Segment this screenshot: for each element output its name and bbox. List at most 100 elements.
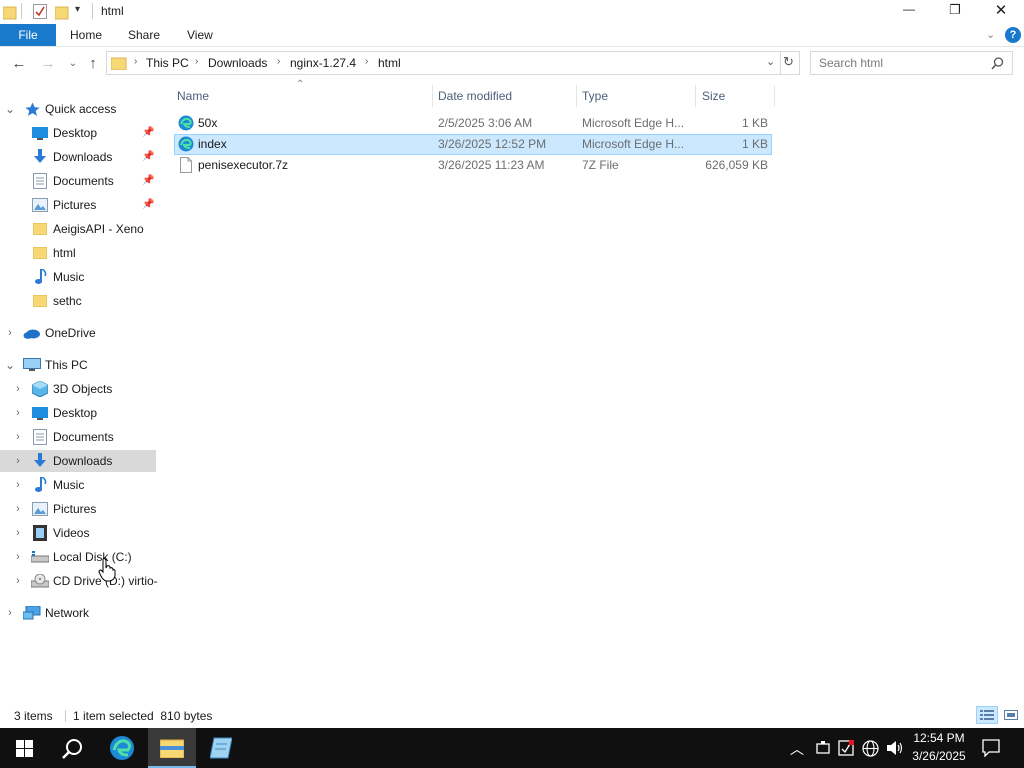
column-divider[interactable] bbox=[695, 85, 696, 107]
chevron-right-icon[interactable]: › bbox=[5, 602, 15, 624]
nav-pc-cd-drive[interactable]: › CD Drive (D:) virtio- bbox=[0, 570, 158, 592]
large-icons-view-button[interactable] bbox=[1001, 706, 1021, 724]
tab-file[interactable]: File bbox=[0, 24, 56, 46]
recent-locations-icon[interactable]: ⌄ bbox=[64, 55, 82, 73]
show-hidden-icons-icon[interactable]: ︿ bbox=[790, 739, 804, 759]
clock-date[interactable]: 3/26/2025 bbox=[906, 749, 972, 763]
clock-time[interactable]: 12:54 PM bbox=[906, 731, 972, 745]
nav-pc-documents[interactable]: › Documents bbox=[0, 426, 156, 448]
nav-label: Pictures bbox=[53, 502, 97, 516]
security-center-icon[interactable] bbox=[838, 740, 854, 756]
window-title: html bbox=[101, 4, 124, 18]
notification-center-icon[interactable] bbox=[982, 739, 1000, 757]
nav-network[interactable]: › Network bbox=[0, 602, 156, 624]
nav-pc-downloads[interactable]: › Downloads bbox=[0, 450, 156, 472]
nav-pc-desktop[interactable]: › Desktop bbox=[0, 402, 156, 424]
breadcrumb-html[interactable]: html bbox=[378, 56, 401, 70]
nav-label: Desktop bbox=[53, 406, 98, 420]
file-row[interactable]: 50x 2/5/2025 3:06 AM Microsoft Edge H...… bbox=[174, 113, 772, 134]
details-view-button[interactable] bbox=[976, 706, 998, 724]
chevron-right-icon[interactable]: › bbox=[13, 378, 23, 400]
file-name[interactable]: index bbox=[198, 134, 227, 155]
maximize-button[interactable]: ❐ bbox=[932, 2, 978, 22]
nav-label: This PC bbox=[45, 358, 88, 372]
column-divider[interactable] bbox=[774, 85, 775, 107]
nav-quick-documents[interactable]: Documents 📌 bbox=[0, 170, 156, 192]
minimize-button[interactable]: — bbox=[886, 2, 932, 22]
expand-ribbon-icon[interactable]: ⌄ bbox=[986, 24, 995, 46]
taskbar-edge[interactable] bbox=[98, 728, 146, 768]
column-divider[interactable] bbox=[432, 85, 433, 107]
chevron-right-icon[interactable]: › bbox=[13, 546, 23, 568]
nav-quick-aeigisapi[interactable]: AeigisAPI - Xeno bbox=[0, 218, 156, 240]
nav-pc-music[interactable]: › Music bbox=[0, 474, 156, 496]
start-button[interactable] bbox=[0, 728, 48, 768]
nav-quick-html[interactable]: html bbox=[0, 242, 156, 264]
nav-pc-local-disk[interactable]: › Local Disk (C:) bbox=[0, 546, 156, 568]
tab-share[interactable]: Share bbox=[128, 24, 160, 46]
chevron-right-icon[interactable]: › bbox=[13, 402, 23, 424]
file-name[interactable]: penisexecutor.7z bbox=[198, 155, 288, 176]
column-header-type[interactable]: Type bbox=[582, 85, 608, 107]
column-header-size[interactable]: Size bbox=[702, 85, 725, 107]
folder-icon bbox=[111, 57, 127, 70]
taskbar-file-explorer[interactable] bbox=[148, 728, 196, 768]
file-row-selected[interactable]: index 3/26/2025 12:52 PM Microsoft Edge … bbox=[174, 134, 772, 155]
search-box[interactable]: Search html bbox=[810, 51, 1013, 75]
chevron-right-icon[interactable]: › bbox=[13, 522, 23, 544]
tab-home[interactable]: Home bbox=[70, 24, 102, 46]
chevron-right-icon[interactable]: › bbox=[13, 426, 23, 448]
nav-pc-pictures[interactable]: › Pictures bbox=[0, 498, 156, 520]
chevron-down-icon[interactable]: ⌄ bbox=[5, 98, 15, 120]
volume-icon[interactable] bbox=[886, 740, 903, 756]
up-arrow-icon[interactable]: ↑ bbox=[84, 55, 102, 73]
chevron-down-icon[interactable]: ⌄ bbox=[5, 354, 15, 376]
nav-quick-music[interactable]: Music bbox=[0, 266, 156, 288]
column-divider[interactable] bbox=[576, 85, 577, 107]
refresh-button[interactable]: ↻ bbox=[780, 51, 800, 75]
taskbar-notepad[interactable] bbox=[198, 728, 246, 768]
file-row[interactable]: penisexecutor.7z 3/26/2025 11:23 AM 7Z F… bbox=[174, 155, 772, 176]
address-bar[interactable]: › This PC › Downloads › nginx-1.27.4 › h… bbox=[106, 51, 781, 75]
chevron-right-icon[interactable]: › bbox=[13, 474, 23, 496]
nav-quick-access[interactable]: ⌄ Quick access bbox=[0, 98, 156, 120]
file-name[interactable]: 50x bbox=[198, 113, 217, 134]
nav-pc-3d-objects[interactable]: › 3D Objects bbox=[0, 378, 156, 400]
network-icon bbox=[23, 606, 41, 620]
nav-quick-desktop[interactable]: Desktop 📌 bbox=[0, 122, 156, 144]
properties-icon[interactable] bbox=[33, 4, 47, 19]
back-arrow-icon[interactable]: ← bbox=[10, 55, 28, 73]
tab-view[interactable]: View bbox=[187, 24, 213, 46]
breadcrumb-this-pc[interactable]: This PC bbox=[146, 56, 189, 70]
nav-onedrive[interactable]: › OneDrive bbox=[0, 322, 156, 344]
navigation-pane: ⌄ Quick access Desktop 📌 Downloads 📌 Doc… bbox=[0, 86, 160, 704]
search-input[interactable]: Search html bbox=[819, 56, 883, 70]
quick-access-toolbar-dropdown-icon[interactable]: ▾ bbox=[75, 4, 80, 15]
chevron-right-icon[interactable]: › bbox=[13, 450, 23, 472]
search-button[interactable] bbox=[48, 728, 96, 768]
nav-quick-pictures[interactable]: Pictures 📌 bbox=[0, 194, 156, 216]
folder-icon bbox=[3, 6, 17, 20]
nav-this-pc[interactable]: ⌄ This PC bbox=[0, 354, 156, 376]
network-globe-icon[interactable] bbox=[862, 740, 879, 757]
close-button[interactable]: ✕ bbox=[978, 1, 1024, 21]
column-header-date-modified[interactable]: Date modified bbox=[438, 85, 512, 107]
large-icons-view-icon bbox=[1004, 710, 1018, 720]
forward-arrow-icon[interactable]: → bbox=[39, 55, 57, 73]
help-icon[interactable]: ? bbox=[1005, 27, 1021, 43]
refresh-icon: ↻ bbox=[783, 54, 794, 69]
column-header-name[interactable]: Name bbox=[177, 85, 209, 107]
device-icon[interactable] bbox=[816, 741, 830, 755]
breadcrumb-downloads[interactable]: Downloads bbox=[208, 56, 267, 70]
nav-pc-videos[interactable]: › Videos bbox=[0, 522, 156, 544]
breadcrumb-nginx[interactable]: nginx-1.27.4 bbox=[290, 56, 356, 70]
desktop-icon bbox=[32, 407, 48, 420]
new-folder-icon[interactable] bbox=[55, 4, 69, 20]
nav-quick-sethc[interactable]: sethc bbox=[0, 290, 156, 312]
chevron-right-icon[interactable]: › bbox=[13, 570, 23, 592]
chevron-right-icon[interactable]: › bbox=[5, 322, 15, 344]
nav-quick-downloads[interactable]: Downloads 📌 bbox=[0, 146, 156, 168]
pictures-icon bbox=[32, 198, 48, 212]
address-dropdown-icon[interactable]: ⌄ bbox=[766, 55, 775, 68]
chevron-right-icon[interactable]: › bbox=[13, 498, 23, 520]
